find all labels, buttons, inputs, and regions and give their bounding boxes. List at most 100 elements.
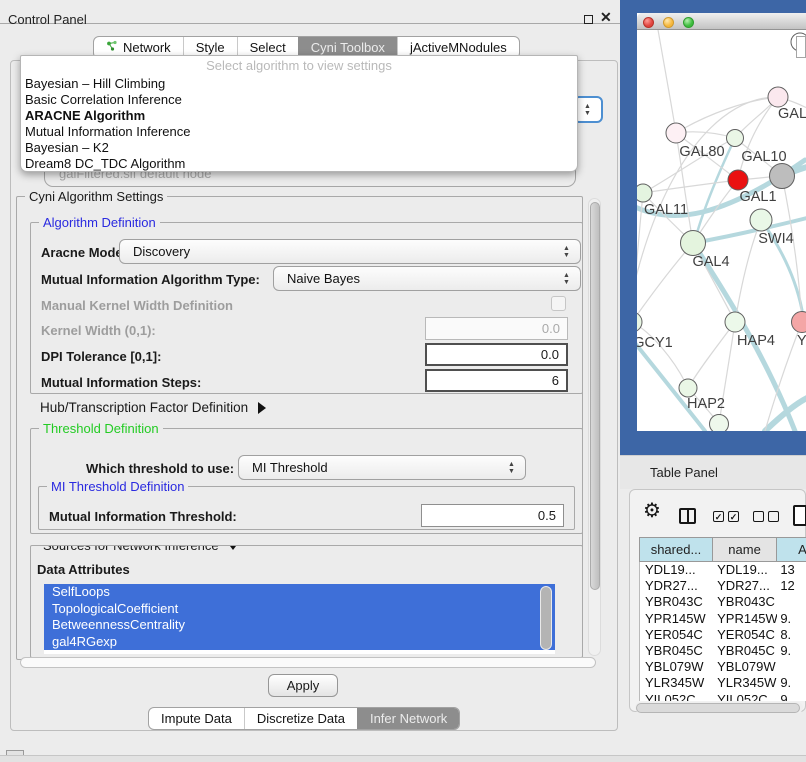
table-row[interactable]: YBR043CYBR043C — [640, 594, 806, 610]
network-node[interactable] — [728, 170, 748, 190]
table-cell[interactable]: 12 — [777, 578, 806, 594]
tab-impute-data[interactable]: Impute Data — [149, 708, 244, 729]
network-edge[interactable] — [676, 97, 778, 133]
table-cell[interactable]: YIL052C — [640, 692, 713, 702]
table-cell[interactable] — [777, 594, 806, 610]
document-icon[interactable] — [793, 505, 806, 526]
table-cell[interactable]: YDL19... — [713, 562, 777, 578]
network-node[interactable] — [637, 184, 652, 202]
network-node[interactable] — [792, 312, 806, 333]
tab-discretize-data[interactable]: Discretize Data — [244, 708, 357, 729]
panel-vertical-scrollbar[interactable] — [588, 198, 601, 656]
table-row[interactable]: YPR145WYPR145W9. — [640, 611, 806, 627]
data-attribute-item[interactable]: gal4RGexp — [44, 634, 555, 651]
network-node[interactable] — [679, 379, 697, 397]
algorithm-option[interactable]: Mutual Information Inference — [21, 124, 577, 140]
sources-title-row[interactable]: Sources for Network Inference — [39, 545, 243, 553]
table-horizontal-scrollbar-thumb[interactable] — [636, 703, 800, 713]
table-cell[interactable]: YER054C — [713, 627, 777, 643]
column-header-name[interactable]: name — [713, 538, 777, 561]
table-cell[interactable]: YPR145W — [640, 611, 713, 627]
aracne-mode-select[interactable]: Discovery ▲▼ — [119, 239, 581, 264]
table-row[interactable]: YDL19...YDL19...13 — [640, 562, 806, 578]
mi-threshold-input[interactable]: 0.5 — [421, 504, 564, 527]
algorithm-option[interactable]: Bayesian – K2 — [21, 140, 577, 156]
mac-close-button[interactable] — [643, 17, 654, 28]
close-icon[interactable]: ✕ — [600, 9, 612, 26]
split-columns-icon[interactable] — [679, 508, 696, 524]
network-edge[interactable] — [657, 30, 676, 133]
table-cell[interactable]: 9. — [777, 692, 806, 702]
network-edge[interactable] — [688, 322, 735, 388]
table-cell[interactable]: 9. — [777, 643, 806, 659]
table-row[interactable]: YER054CYER054C8. — [640, 627, 806, 643]
network-canvas[interactable]: GALGAL80GAL10GAL1GAL11SWI4GAL4GCY1HAP4YH… — [637, 30, 806, 431]
table-cell[interactable] — [777, 659, 806, 675]
table-cell[interactable]: 9. — [777, 675, 806, 691]
algorithm-option[interactable]: ARACNE Algorithm — [21, 108, 577, 124]
clear-checkboxes-icon[interactable] — [753, 511, 779, 522]
column-header-partial[interactable]: A — [777, 538, 806, 561]
dpi-tolerance-input[interactable]: 0.0 — [425, 343, 568, 366]
network-node[interactable] — [770, 164, 795, 189]
table-cell[interactable]: YBR045C — [713, 643, 777, 659]
table-row[interactable]: YDR27...YDR27...12 — [640, 578, 806, 594]
table-row[interactable]: YBR045CYBR045C9. — [640, 643, 806, 659]
network-node[interactable] — [666, 123, 686, 143]
table-cell[interactable]: YBR043C — [713, 594, 777, 610]
network-edge[interactable] — [637, 243, 693, 322]
mac-minimize-button[interactable] — [663, 17, 674, 28]
which-threshold-select[interactable]: MI Threshold ▲▼ — [238, 455, 526, 480]
data-attributes-list[interactable]: SelfLoopsTopologicalCoefficientBetweenne… — [44, 584, 555, 654]
network-node[interactable] — [637, 312, 642, 332]
algorithm-option[interactable]: Bayesian – Hill Climbing — [21, 76, 577, 92]
float-window-icon[interactable] — [584, 15, 593, 24]
table-cell[interactable]: YBR043C — [640, 594, 713, 610]
table-row[interactable]: YLR345WYLR345W9. — [640, 675, 806, 691]
table-cell[interactable]: YBL079W — [713, 659, 777, 675]
panel-horizontal-scrollbar[interactable] — [20, 657, 598, 669]
table-horizontal-scrollbar[interactable] — [635, 702, 803, 713]
table-row[interactable]: YBL079WYBL079W — [640, 659, 806, 675]
table-cell[interactable]: YPR145W — [713, 611, 777, 627]
mi-steps-input[interactable]: 6 — [425, 369, 568, 392]
panel-vertical-scrollbar-thumb[interactable] — [590, 202, 600, 590]
kernel-width-input[interactable]: 0.0 — [425, 317, 568, 340]
manual-kernel-checkbox[interactable] — [551, 296, 566, 311]
table-cell[interactable]: YLR345W — [640, 675, 713, 691]
select-all-checkboxes-icon[interactable]: ✓ ✓ — [713, 511, 739, 522]
table-cell[interactable]: YBL079W — [640, 659, 713, 675]
network-edge[interactable] — [643, 180, 738, 193]
table-cell[interactable]: YBR045C — [640, 643, 713, 659]
tab-infer-network[interactable]: Infer Network — [357, 708, 459, 729]
apply-button[interactable]: Apply — [268, 674, 338, 697]
network-node[interactable] — [750, 209, 772, 231]
table-body[interactable]: YDL19...YDL19...13YDR27...YDR27...12YBR0… — [639, 562, 806, 701]
table-cell[interactable]: 13 — [777, 562, 806, 578]
hub-definition-toggle[interactable]: Hub/Transcription Factor Definition — [40, 400, 266, 415]
column-header-shared[interactable]: shared... — [640, 538, 713, 561]
algorithm-option[interactable]: Dream8 DC_TDC Algorithm — [21, 156, 577, 172]
table-cell[interactable]: YDR27... — [640, 578, 713, 594]
table-cell[interactable]: 9. — [777, 611, 806, 627]
network-node[interactable] — [681, 231, 706, 256]
algorithm-option[interactable]: Basic Correlation Inference — [21, 92, 577, 108]
table-cell[interactable]: 8. — [777, 627, 806, 643]
attributes-scrollbar-thumb[interactable] — [541, 587, 551, 649]
data-attribute-item[interactable]: BetweennessCentrality — [44, 617, 555, 634]
table-cell[interactable]: YLR345W — [713, 675, 777, 691]
data-attribute-item[interactable]: SelfLoops — [44, 584, 555, 601]
data-attribute-item[interactable]: TopologicalCoefficient — [44, 601, 555, 618]
table-cell[interactable]: YER054C — [640, 627, 713, 643]
gear-icon[interactable]: ⚙ — [643, 501, 661, 521]
attributes-scrollbar[interactable] — [540, 586, 552, 650]
table-row[interactable]: YIL052CYIL052C9. — [640, 692, 806, 702]
network-node[interactable] — [727, 130, 744, 147]
network-node[interactable] — [710, 415, 729, 432]
table-cell[interactable]: YIL052C — [713, 692, 777, 702]
table-cell[interactable]: YDR27... — [713, 578, 777, 594]
mac-zoom-button[interactable] — [683, 17, 694, 28]
network-node[interactable] — [768, 87, 788, 107]
network-window-titlebar[interactable] — [637, 13, 806, 30]
network-node[interactable] — [725, 312, 745, 332]
